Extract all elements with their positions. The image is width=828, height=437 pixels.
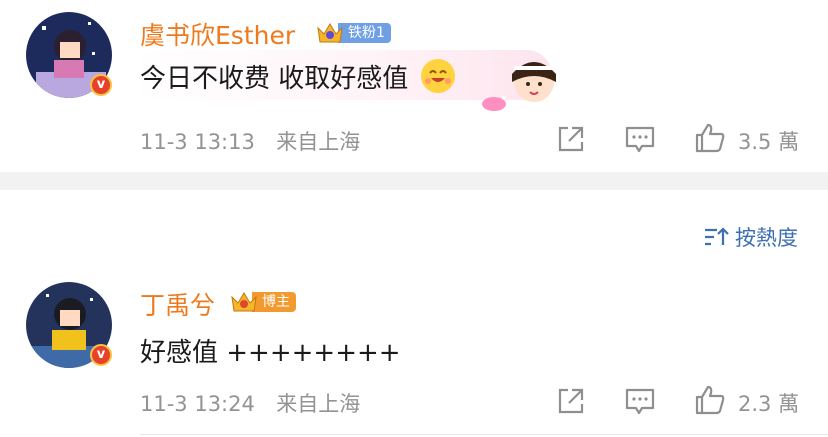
verified-icon: v [90,74,112,96]
row-divider [140,434,828,435]
comment-meta: 11-3 13:24 来自上海 [140,388,360,418]
comment-time: 11-3 13:24 [140,392,255,416]
comment-text: 好感值 ++++++++ [140,338,401,368]
comment-icon[interactable] [624,124,656,158]
bubble-sticker [478,52,562,116]
username[interactable]: 虞书欣Esther [140,16,295,52]
comment-item: v 虞书欣Esther 铁粉1 今日不收费 收取好感值 11-3 13:13 来… [0,0,828,172]
verified-icon: v [90,344,112,366]
like-icon[interactable] [694,122,726,158]
comment-location: 来自上海 [276,392,361,416]
section-divider [0,172,828,190]
sort-label: 按熱度 [735,226,798,250]
host-badge-label: 博主 [252,292,296,312]
crown-icon [230,289,258,315]
comment-meta: 11-3 13:13 来自上海 [140,126,360,156]
sort-button[interactable]: 按熱度 [703,222,798,252]
comment-item: v 丁禹兮 博主 好感值 ++++++++ 11-3 13:24 来自上海 2.… [0,270,828,437]
host-badge[interactable]: 博主 [230,290,296,314]
fan-badge-label: 铁粉1 [338,23,391,43]
sort-icon [703,225,731,249]
like-count: 3.5 萬 [738,130,800,154]
comment-text: 今日不收费 收取好感值 [140,58,455,95]
comment-icon[interactable] [624,386,656,420]
like-icon[interactable] [694,384,726,420]
fan-badge[interactable]: 铁粉1 [316,21,391,45]
smile-emoji-icon [420,59,455,93]
comment-time: 11-3 13:13 [140,130,255,154]
share-icon[interactable] [556,124,586,158]
comment-location: 来自上海 [276,130,361,154]
username[interactable]: 丁禹兮 [140,286,215,322]
crown-icon [316,20,344,46]
share-icon[interactable] [556,386,586,420]
like-count: 2.3 萬 [738,392,800,416]
comment-text-content: 今日不收费 收取好感值 [140,64,409,94]
